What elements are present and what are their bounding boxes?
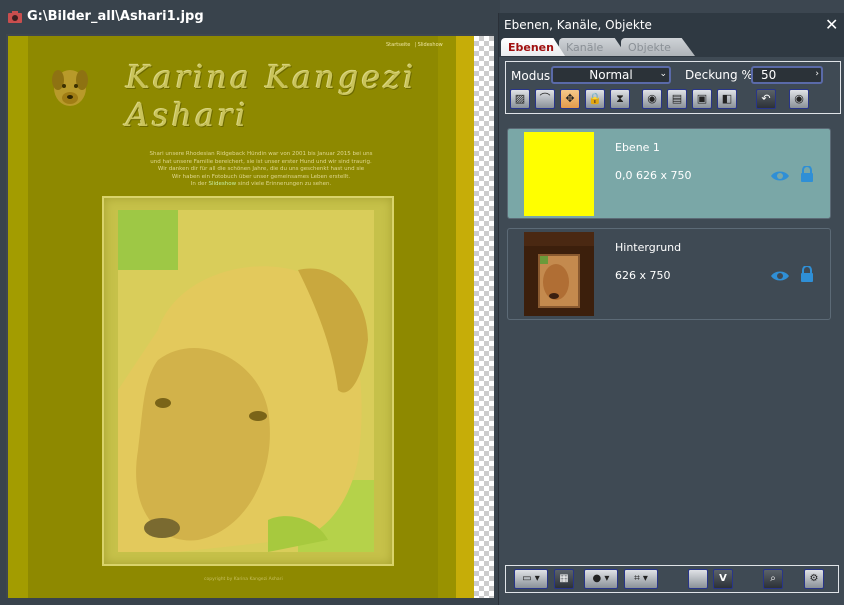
hatch-icon[interactable]: ▨	[510, 89, 530, 109]
link-startseite: Startseite	[386, 42, 411, 48]
layer-name: Hintergrund	[615, 241, 682, 254]
link-slideshow: Slideshow	[417, 42, 443, 48]
dog-photo	[118, 210, 374, 552]
tab-objekte[interactable]: Objekte	[621, 38, 695, 56]
chevron-right-icon: ›	[815, 69, 819, 79]
slideshow-link[interactable]: Slideshow	[208, 181, 236, 187]
layer-info: 626 x 750	[615, 269, 671, 282]
layer-icon[interactable]: ▤	[667, 89, 687, 109]
move-icon[interactable]: ✥	[560, 89, 580, 109]
eye-dark-icon[interactable]: ◉	[789, 89, 809, 109]
canvas-area[interactable]: Startseite | Slideshow Karina Kangezi Ash…	[6, 34, 494, 598]
background-layer-thumbnail	[524, 232, 594, 316]
tab-ebenen[interactable]: Ebenen	[501, 38, 565, 56]
intro-line: Wir haben ein Fotobuch über unser gemein…	[171, 173, 351, 180]
mode-dropdown[interactable]: Normal ⌄	[551, 66, 671, 84]
layer-item-hintergrund[interactable]: Hintergrund 626 x 750	[507, 228, 831, 320]
image-window-titlebar[interactable]: G:\Bilder_all\Ashari1.jpg	[0, 0, 500, 34]
layer-toolbar: Modus Normal ⌄ Deckung % 50 › ▨ ⌒ ✥ 🔒 ⧗ …	[505, 61, 841, 114]
layers-bottom-toolbar: ▭ ▾ ▦ ● ▾ ⌗ ▾ V ⌕ ⚙	[505, 565, 839, 593]
site-title: Karina Kangezi Ashari	[126, 58, 417, 134]
image-window-title: G:\Bilder_all\Ashari1.jpg	[27, 9, 204, 24]
mode-label: Modus	[511, 69, 551, 83]
close-icon[interactable]: ✕	[825, 15, 838, 34]
panel-title: Ebenen, Kanäle, Objekte	[504, 18, 652, 32]
lock-icon[interactable]	[800, 266, 814, 282]
visibility-eye-icon[interactable]	[770, 169, 790, 183]
visibility-eye-icon[interactable]	[770, 269, 790, 283]
layer-info: 0,0 626 x 750	[615, 169, 692, 182]
v-icon[interactable]: V	[713, 569, 733, 589]
camera-icon	[8, 11, 22, 23]
lock-icon[interactable]	[800, 166, 814, 182]
page-border-left	[8, 36, 28, 598]
intro-line: Shari unsere Rhodesian Ridgeback Hündin …	[149, 151, 373, 157]
opacity-label: Deckung %	[685, 68, 753, 82]
intro-line: und hat unsere Familie bereichert, sie i…	[150, 158, 372, 165]
lock-icon[interactable]: 🔒	[585, 89, 605, 109]
layer-thumbnail	[524, 232, 594, 316]
layer-name: Ebene 1	[615, 141, 660, 154]
settings-icon[interactable]: ⚙	[804, 569, 824, 589]
top-links: Startseite | Slideshow	[386, 42, 443, 48]
merge-icon[interactable]: ▣	[692, 89, 712, 109]
search-icon[interactable]: ⌕	[763, 569, 783, 589]
circle-icon[interactable]: ● ▾	[584, 569, 618, 589]
curve-icon[interactable]: ⌒	[535, 89, 555, 109]
layer-thumbnail	[524, 132, 594, 216]
tab-kanaele[interactable]: Kanäle	[559, 38, 627, 56]
fx-icon[interactable]: ⌗ ▾	[624, 569, 658, 589]
eye-icon[interactable]: ◉	[642, 89, 662, 109]
mode-value: Normal	[589, 68, 633, 82]
new-layer-icon[interactable]: ▭ ▾	[514, 569, 548, 589]
transparent-area	[474, 36, 494, 598]
intro-line: In der Slideshow sind viele Erinnerungen…	[106, 181, 416, 189]
document-canvas[interactable]: Startseite | Slideshow Karina Kangezi Ash…	[8, 36, 478, 598]
chevron-down-icon: ⌄	[659, 69, 667, 79]
hourglass-icon[interactable]: ⧗	[610, 89, 630, 109]
intro-last-prefix: In der	[190, 181, 207, 187]
panel-titlebar[interactable]: Ebenen, Kanäle, Objekte ✕	[499, 13, 844, 37]
intro-line: Wir danken dir für all die schönen Jahre…	[157, 166, 365, 172]
dotted-icon[interactable]: ▦	[554, 569, 574, 589]
image-window[interactable]: G:\Bilder_all\Ashari1.jpg Startseite | Sl…	[0, 0, 500, 605]
undo-icon[interactable]: ↶	[756, 89, 776, 109]
dog-logo-icon	[52, 70, 88, 106]
panel-tabs: Ebenen Kanäle Objekte	[499, 37, 844, 57]
document-footer: copyright by Karina Kangezi Ashari	[204, 577, 283, 582]
mask-icon[interactable]: ◧	[717, 89, 737, 109]
layers-panel[interactable]: Ebenen, Kanäle, Objekte ✕ Ebenen Kanäle …	[498, 13, 844, 605]
intro-text: Shari unsere Rhodesian Ridgeback Hündin …	[106, 151, 416, 189]
gradient-icon[interactable]	[688, 569, 708, 589]
layer-item-ebene-1[interactable]: Ebene 1 0,0 626 x 750	[507, 128, 831, 219]
opacity-field[interactable]: 50 ›	[751, 66, 823, 84]
dog-photo-image	[118, 210, 374, 552]
intro-last-suffix: sind viele Erinnerungen zu sehen.	[237, 181, 332, 187]
